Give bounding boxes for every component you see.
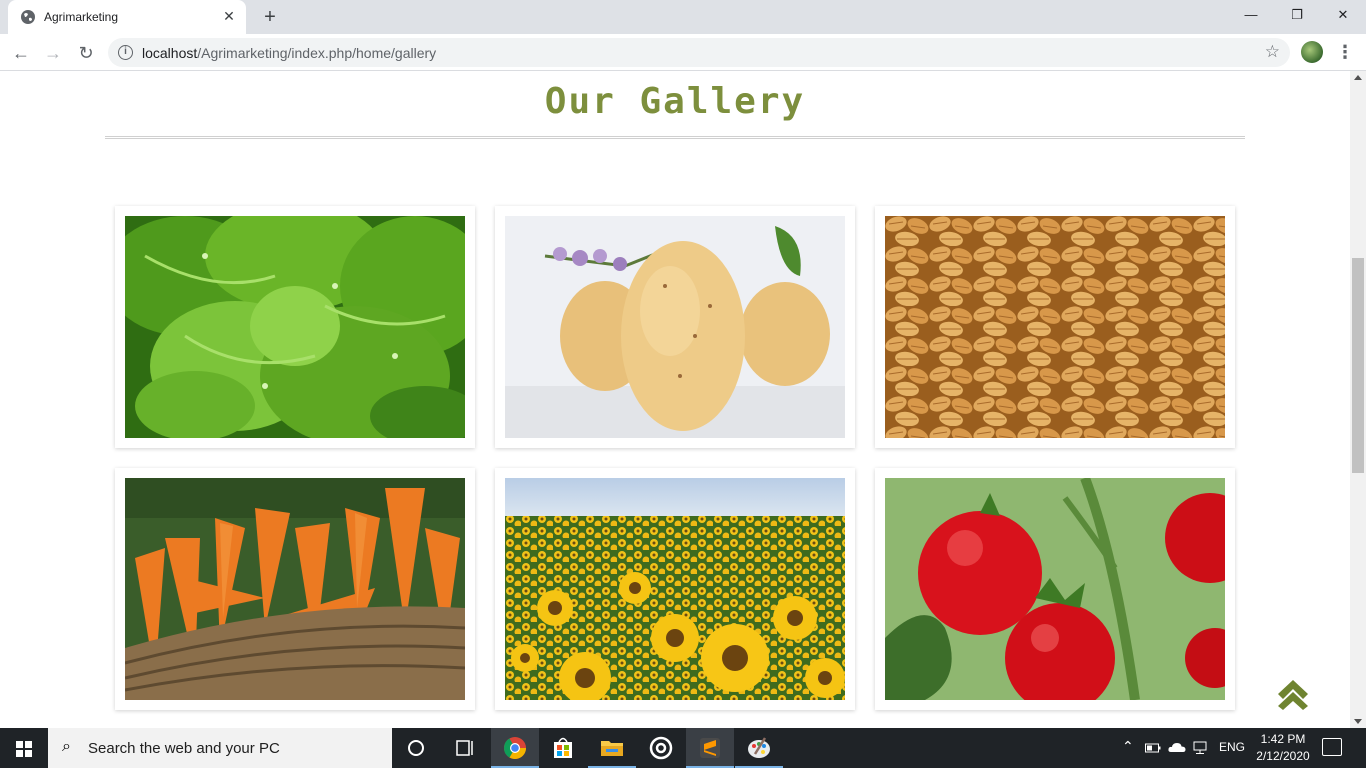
network-icon[interactable] (1193, 741, 1211, 755)
address-bar[interactable]: i localhost/Agrimarketing/index.php/home… (108, 38, 1290, 67)
forward-button[interactable]: → (40, 40, 66, 66)
url-host: localhost (142, 45, 198, 61)
gallery-card-sunflowers[interactable] (495, 468, 855, 710)
taskbar-search-box[interactable]: ⌕ Search the web and your PC (48, 728, 392, 768)
minimize-button[interactable]: — (1228, 0, 1274, 30)
browser-tab-bar: Agrimarketing ✕ + — ❐ ✕ (0, 0, 1366, 34)
back-button[interactable]: ← (8, 40, 34, 66)
gallery-card-carrots[interactable] (115, 468, 475, 710)
action-center-icon[interactable] (1322, 738, 1342, 756)
clock-date: 2/12/2020 (1256, 749, 1310, 763)
page-title: Our Gallery (544, 81, 806, 122)
profile-avatar[interactable] (1301, 41, 1323, 63)
browser-menu-icon[interactable]: ⋮ (1336, 41, 1354, 63)
windows-logo-icon (16, 741, 32, 757)
search-icon: ⌕ (62, 738, 71, 755)
search-placeholder: Search the web and your PC (88, 740, 280, 757)
scroll-up-arrow-icon[interactable] (1354, 75, 1362, 80)
cortana-circle-icon (408, 740, 424, 756)
store-bag-icon (554, 737, 572, 758)
taskbar-file-explorer[interactable] (588, 728, 636, 768)
tab-close-icon[interactable]: ✕ (220, 7, 238, 25)
taskbar-sublime-text[interactable] (686, 728, 734, 768)
potatoes-image (505, 216, 845, 438)
new-tab-button[interactable]: + (258, 6, 282, 28)
sublime-text-icon (700, 738, 720, 758)
bookmark-star-icon[interactable]: ☆ (1265, 42, 1280, 62)
double-chevron-up-icon[interactable] (1275, 674, 1311, 710)
url-path: /Agrimarketing/index.php/home/gallery (197, 45, 437, 61)
url-text[interactable]: localhost/Agrimarketing/index.php/home/g… (142, 45, 436, 61)
taskbar-paint[interactable] (735, 728, 783, 768)
windows-taskbar: ⌕ Search the web and your PC ⌃ ENG 1:42 … (0, 728, 1366, 768)
onedrive-cloud-icon[interactable] (1168, 741, 1186, 753)
task-view-button[interactable] (440, 728, 488, 768)
taskbar-media-app[interactable] (637, 728, 685, 768)
folder-icon (601, 741, 623, 756)
battery-icon[interactable] (1145, 742, 1161, 754)
scroll-down-arrow-icon[interactable] (1354, 719, 1362, 724)
sunflowers-image (505, 478, 845, 700)
chevron-up-icon[interactable]: ⌃ (1122, 738, 1134, 755)
info-icon[interactable]: i (118, 45, 133, 60)
carrots-image (125, 478, 465, 700)
restore-button[interactable]: ❐ (1274, 0, 1320, 30)
paint-palette-icon (748, 737, 770, 758)
page-scrollbar[interactable] (1350, 71, 1366, 728)
browser-tab[interactable]: Agrimarketing ✕ (8, 0, 246, 34)
gallery-card-wheat[interactable] (875, 206, 1235, 448)
taskbar-chrome[interactable] (491, 728, 539, 768)
close-window-button[interactable]: ✕ (1320, 0, 1366, 30)
reload-button[interactable]: ↻ (73, 40, 99, 66)
system-clock[interactable]: 1:42 PM 2/12/2020 (1252, 731, 1314, 765)
taskbar-store[interactable] (539, 728, 587, 768)
start-button[interactable] (0, 728, 48, 768)
gallery-card-potatoes[interactable] (495, 206, 855, 448)
language-indicator[interactable]: ENG (1219, 740, 1245, 754)
browser-toolbar: ← → ↻ i localhost/Agrimarketing/index.ph… (0, 34, 1366, 71)
lettuce-image (125, 216, 465, 438)
wheat-image (885, 216, 1225, 438)
chrome-icon (504, 737, 526, 759)
clock-time: 1:42 PM (1260, 732, 1306, 746)
title-divider (105, 136, 1245, 139)
gallery-card-tomatoes[interactable] (875, 468, 1235, 710)
tomatoes-image (885, 478, 1225, 700)
task-view-icon (456, 740, 473, 756)
globe-icon (21, 10, 35, 24)
scrollbar-thumb[interactable] (1352, 258, 1364, 473)
gallery-card-lettuce[interactable] (115, 206, 475, 448)
media-disc-icon (649, 736, 673, 760)
page-content: Our Gallery (0, 71, 1350, 728)
cortana-button[interactable] (392, 728, 440, 768)
tab-title: Agrimarketing (44, 10, 119, 24)
